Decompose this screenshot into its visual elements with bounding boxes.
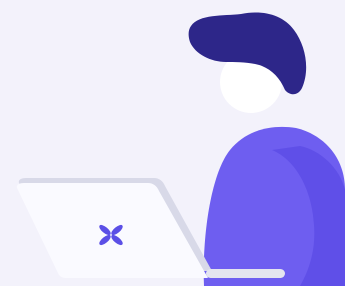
laptop-base bbox=[206, 269, 285, 278]
person-body bbox=[203, 126, 345, 286]
illustration-scene bbox=[0, 0, 345, 286]
person-with-laptop-illustration bbox=[16, 12, 345, 286]
laptop-screen bbox=[16, 183, 209, 278]
person-head bbox=[188, 12, 307, 113]
